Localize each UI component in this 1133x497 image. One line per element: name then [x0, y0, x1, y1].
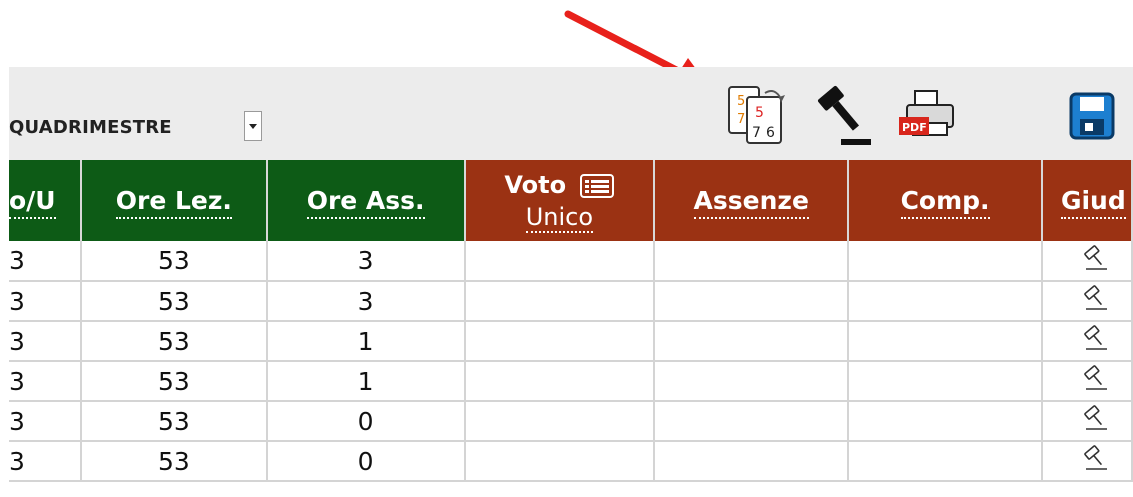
save-icon[interactable] [1068, 91, 1118, 143]
cell-assenze[interactable] [654, 281, 850, 322]
list-icon[interactable] [580, 173, 615, 198]
cell-giud[interactable] [1041, 281, 1133, 322]
cell-assenze[interactable] [654, 321, 850, 362]
cell-assenze[interactable] [654, 441, 850, 482]
cell-ore-ass: 0 [266, 441, 466, 482]
column-header-label: Voto [504, 170, 567, 199]
cell-giud[interactable] [1041, 441, 1133, 482]
table-header-row: o/U Ore Lez. Ore Ass. Voto Unico Assenze… [9, 160, 1133, 241]
cell-comp[interactable] [848, 281, 1043, 322]
cell-assenze[interactable] [654, 401, 850, 442]
column-header-voto-unico[interactable]: Voto Unico [464, 160, 656, 241]
cell-ore-lez: 53 [80, 441, 268, 482]
cell-first: 3 [9, 361, 82, 402]
cell-first: 3 [9, 401, 82, 442]
cell-assenze[interactable] [654, 241, 850, 282]
column-header-assenze[interactable]: Assenze [654, 160, 850, 241]
cell-ore-lez: 53 [80, 361, 268, 402]
copy-icon-digit: 5 [737, 94, 745, 109]
table-row: 3 53 1 [9, 321, 1133, 362]
cell-voto[interactable] [464, 281, 656, 322]
cell-first: 3 [9, 241, 82, 282]
cell-voto[interactable] [464, 441, 656, 482]
column-header-giud[interactable]: Giud [1041, 160, 1133, 241]
cell-ore-ass: 1 [266, 361, 466, 402]
period-label: QUADRIMESTRE [9, 117, 172, 138]
copy-icon-digit: 6 [766, 125, 775, 141]
column-header-label: Assenze [693, 186, 809, 219]
print-pdf-icon[interactable]: PDF [897, 87, 959, 143]
cell-ore-lez: 53 [80, 281, 268, 322]
cell-giud[interactable] [1041, 241, 1133, 282]
judgment-edit-icon[interactable] [1083, 285, 1109, 311]
table-row: 3 53 1 [9, 361, 1133, 402]
judgment-edit-icon[interactable] [1083, 405, 1109, 431]
cell-ore-lez: 53 [80, 321, 268, 362]
gavel-icon[interactable] [809, 81, 873, 147]
cell-comp[interactable] [848, 401, 1043, 442]
cell-ore-ass: 0 [266, 401, 466, 442]
judgment-edit-icon[interactable] [1083, 244, 1109, 271]
cell-first: 3 [9, 281, 82, 322]
column-header-label: Ore Ass. [306, 186, 425, 219]
pdf-label: PDF [902, 121, 927, 134]
cell-ore-ass: 3 [266, 241, 466, 282]
cell-giud[interactable] [1041, 401, 1133, 442]
cell-ore-lez: 53 [80, 401, 268, 442]
judgment-edit-icon[interactable] [1083, 365, 1109, 391]
cell-ore-ass: 1 [266, 321, 466, 362]
cell-voto[interactable] [464, 361, 656, 402]
cell-voto[interactable] [464, 241, 656, 282]
cell-voto[interactable] [464, 401, 656, 442]
period-dropdown-button[interactable] [244, 111, 262, 141]
column-header-label: o/U [9, 186, 56, 219]
cell-comp[interactable] [848, 241, 1043, 282]
column-header-label: Comp. [900, 186, 990, 219]
column-header-first[interactable]: o/U [9, 160, 82, 241]
cell-giud[interactable] [1041, 321, 1133, 362]
cell-ore-lez: 53 [80, 241, 268, 282]
cell-ore-ass: 3 [266, 281, 466, 322]
table-row: 3 53 0 [9, 401, 1133, 442]
table-row: 3 53 3 [9, 281, 1133, 322]
column-header-label: Ore Lez. [115, 186, 232, 219]
judgment-edit-icon[interactable] [1083, 445, 1109, 471]
cell-first: 3 [9, 441, 82, 482]
column-header-label: Giud [1060, 186, 1126, 219]
copy-icon-digit: 7 [737, 112, 745, 127]
grades-table: o/U Ore Lez. Ore Ass. Voto Unico Assenze… [9, 160, 1133, 482]
cell-assenze[interactable] [654, 361, 850, 402]
judgment-edit-icon[interactable] [1083, 325, 1109, 351]
copy-icon-digit: 7 [752, 125, 761, 141]
table-row: 3 53 0 [9, 441, 1133, 482]
cell-comp[interactable] [848, 361, 1043, 402]
column-header-comp[interactable]: Comp. [848, 160, 1043, 241]
cell-voto[interactable] [464, 321, 656, 362]
cell-comp[interactable] [848, 321, 1043, 362]
column-header-ore-lez[interactable]: Ore Lez. [80, 160, 268, 241]
column-header-ore-ass[interactable]: Ore Ass. [266, 160, 466, 241]
cell-first: 3 [9, 321, 82, 362]
cell-giud[interactable] [1041, 361, 1133, 402]
cell-comp[interactable] [848, 441, 1043, 482]
toolbar: QUADRIMESTRE 5 7 5 7 6 PDF [9, 67, 1133, 160]
copy-grades-icon[interactable]: 5 7 5 7 6 [725, 83, 791, 147]
column-header-sublabel: Unico [525, 202, 594, 233]
copy-icon-digit: 5 [755, 105, 764, 121]
table-row: 3 53 3 [9, 241, 1133, 282]
